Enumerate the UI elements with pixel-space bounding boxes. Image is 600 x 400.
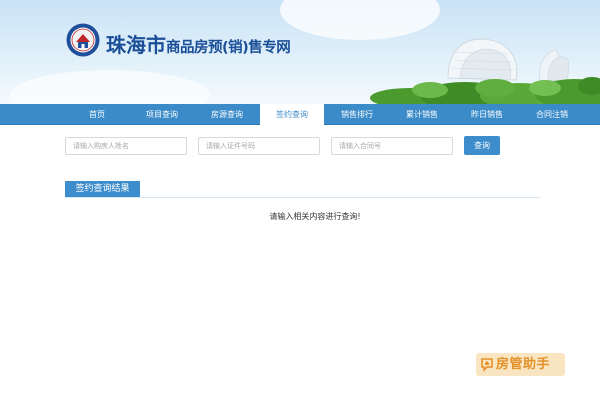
nav-item-home[interactable]: 首页 bbox=[65, 104, 129, 125]
watermark-text: 房管助手 bbox=[496, 357, 551, 372]
buyer-name-input[interactable] bbox=[65, 137, 187, 155]
nav-item-yesterday-sales[interactable]: 昨日销售 bbox=[455, 104, 519, 125]
nav-item-contract-query[interactable]: 签约查询 bbox=[260, 104, 324, 126]
site-title: 珠海市商品房预(销)售专网 bbox=[106, 30, 291, 60]
query-button[interactable]: 查询 bbox=[464, 136, 500, 155]
watermark-badge: 房管助手 bbox=[476, 353, 565, 376]
result-divider bbox=[65, 197, 540, 198]
house-chat-icon bbox=[481, 358, 493, 372]
nav-item-housing-query[interactable]: 房源查询 bbox=[195, 104, 259, 125]
site-title-city: 珠海市 bbox=[106, 33, 166, 57]
sky-cloud bbox=[10, 70, 210, 104]
result-message: 请输入相关内容进行查询! bbox=[269, 212, 361, 221]
nav-item-sales-ranking[interactable]: 销售排行 bbox=[325, 104, 389, 125]
site-title-subtitle: 商品房预(销)售专网 bbox=[166, 40, 291, 56]
header-banner: 珠海市商品房预(销)售专网 bbox=[0, 0, 600, 104]
main-nav: 首页 项目查询 房源查询 签约查询 销售排行 累计销售 昨日销售 合同注销 bbox=[0, 104, 600, 126]
nav-item-cumulative-sales[interactable]: 累计销售 bbox=[390, 104, 454, 125]
header-illustration bbox=[370, 38, 600, 104]
result-section-title: 签约查询结果 bbox=[65, 181, 140, 198]
site-logo-icon bbox=[66, 23, 100, 57]
nav-item-project-query[interactable]: 项目查询 bbox=[130, 104, 194, 125]
nav-item-contract-cancel[interactable]: 合同注销 bbox=[520, 104, 584, 125]
id-number-input[interactable] bbox=[198, 137, 320, 155]
contract-number-input[interactable] bbox=[331, 137, 453, 155]
